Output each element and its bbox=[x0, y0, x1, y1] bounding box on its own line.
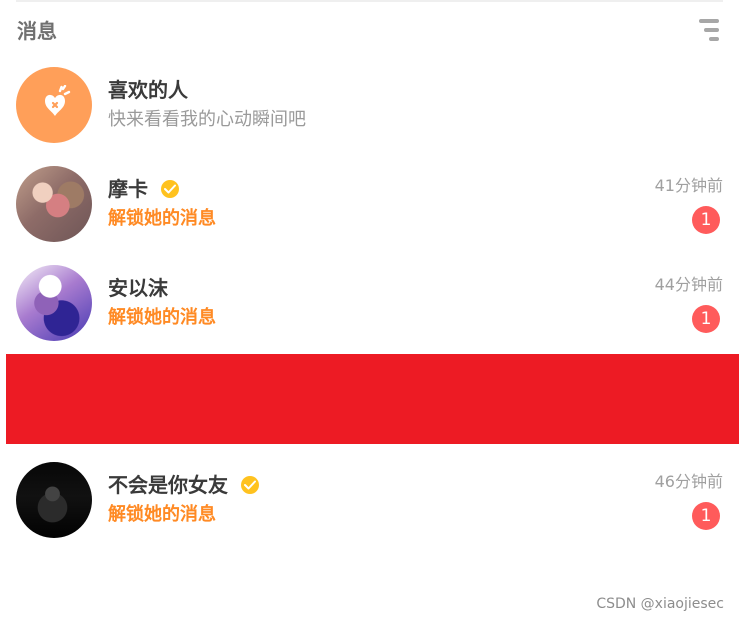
menu-lines-icon[interactable] bbox=[698, 19, 719, 41]
unread-badge: 1 bbox=[692, 502, 720, 530]
list-item-moka[interactable]: 摩卡 解锁她的消息 41分钟前 1 bbox=[16, 166, 723, 242]
unlock-message-text: 解锁她的消息 bbox=[108, 208, 216, 229]
unread-badge: 1 bbox=[692, 206, 720, 234]
list-item-liked-people[interactable]: 喜欢的人 快来看看我的心动瞬间吧 bbox=[16, 67, 723, 143]
heart-spark-icon bbox=[45, 85, 71, 116]
contact-name-row: 摩卡 bbox=[108, 176, 179, 202]
messages-header: 消息 bbox=[17, 18, 723, 44]
list-item-not-your-girlfriend[interactable]: 不会是你女友 解锁她的消息 46分钟前 1 bbox=[16, 462, 723, 538]
message-time: 44分钟前 bbox=[654, 275, 723, 294]
contact-name: 安以沫 bbox=[108, 276, 168, 300]
contact-name-row: 不会是你女友 bbox=[108, 472, 259, 498]
watermark-text: CSDN @xiaojiesec bbox=[596, 596, 724, 612]
red-banner bbox=[6, 354, 739, 444]
avatar bbox=[16, 265, 92, 341]
message-time: 46分钟前 bbox=[654, 472, 723, 491]
verified-badge-icon bbox=[240, 476, 259, 494]
list-item-anyimo[interactable]: 安以沫 解锁她的消息 44分钟前 1 bbox=[16, 265, 723, 341]
contact-subtitle: 快来看看我的心动瞬间吧 bbox=[108, 109, 306, 130]
avatar bbox=[16, 67, 92, 143]
verified-badge-icon bbox=[160, 180, 179, 198]
avatar bbox=[16, 462, 92, 538]
contact-name: 摩卡 bbox=[108, 177, 148, 201]
contact-name: 不会是你女友 bbox=[108, 473, 228, 497]
contact-name: 喜欢的人 bbox=[108, 78, 188, 102]
avatar bbox=[16, 166, 92, 242]
unlock-message-text: 解锁她的消息 bbox=[108, 504, 216, 525]
top-divider bbox=[16, 0, 723, 2]
unlock-message-text: 解锁她的消息 bbox=[108, 307, 216, 328]
page-title: 消息 bbox=[17, 19, 57, 43]
message-time: 41分钟前 bbox=[654, 176, 723, 195]
unread-badge: 1 bbox=[692, 305, 720, 333]
